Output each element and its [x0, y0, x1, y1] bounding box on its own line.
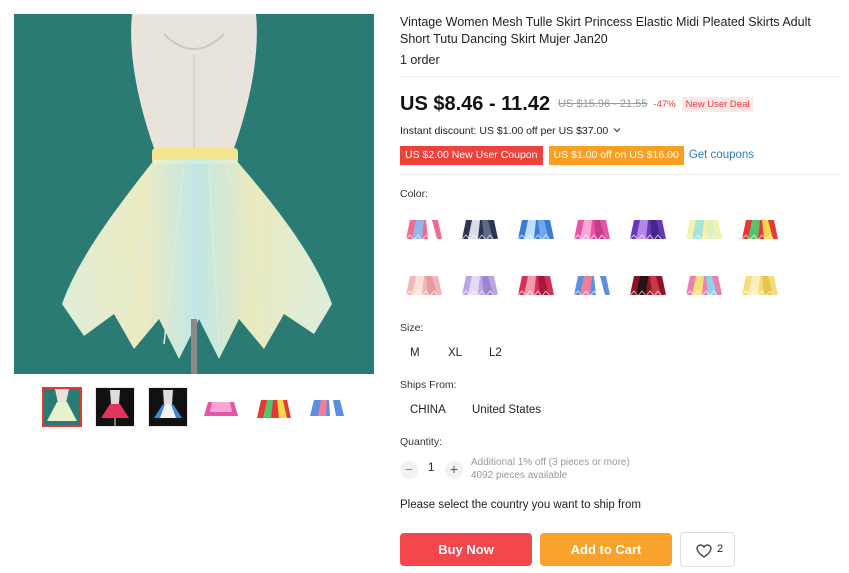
- ship-option-united-states[interactable]: United States: [472, 404, 541, 416]
- color-swatch-6[interactable]: [684, 209, 724, 249]
- quantity-increase-button[interactable]: +: [445, 461, 463, 479]
- new-user-coupon[interactable]: US $2.00 New User Coupon: [400, 145, 543, 165]
- skirt-variant-4-image: [572, 209, 612, 249]
- instant-discount-text: Instant discount: US $1.00 off per US $3…: [400, 125, 609, 137]
- color-swatch-5[interactable]: [628, 209, 668, 249]
- color-swatch-13[interactable]: [684, 265, 724, 305]
- wishlist-button[interactable]: 2: [680, 532, 735, 567]
- product-title: Vintage Women Mesh Tulle Skirt Princess …: [400, 15, 811, 46]
- wishlist-count: 2: [717, 543, 724, 555]
- skirt-variant-11-image: [572, 265, 612, 305]
- thumbnail-3[interactable]: [148, 387, 188, 427]
- thumbnail-2[interactable]: [95, 387, 135, 427]
- size-option-xl[interactable]: XL: [448, 347, 462, 359]
- order-count: 1 order: [400, 53, 440, 67]
- thumbnail-2-image: [96, 388, 134, 426]
- ships-from-label: Ships From:: [400, 379, 457, 391]
- skirt-variant-5-image: [628, 209, 668, 249]
- divider: [400, 76, 840, 77]
- tutu-skirt-photo: [14, 14, 374, 374]
- color-swatch-1[interactable]: [404, 209, 444, 249]
- skirt-variant-12-image: [628, 265, 668, 305]
- skirt-variant-1-image: [404, 209, 444, 249]
- quantity-decrease-button[interactable]: −: [400, 461, 418, 479]
- skirt-variant-14-image: [740, 265, 780, 305]
- quantity-value[interactable]: 1: [428, 462, 434, 474]
- thumbnail-3-image: [149, 388, 187, 426]
- original-price: US $15.96 - 21.55: [558, 98, 648, 110]
- color-swatch-7[interactable]: [740, 209, 780, 249]
- thumbnail-5-image: [255, 388, 293, 426]
- chevron-down-icon: [613, 128, 621, 133]
- color-swatch-14[interactable]: [740, 265, 780, 305]
- color-swatch-9[interactable]: [460, 265, 500, 305]
- skirt-variant-13-image: [684, 265, 724, 305]
- color-label: Color:: [400, 188, 429, 200]
- skirt-variant-8-image: [404, 265, 444, 305]
- coupon-row: US $2.00 New User Coupon US $1.00 off on…: [400, 145, 754, 165]
- buy-now-button[interactable]: Buy Now: [400, 533, 532, 566]
- color-swatch-3[interactable]: [516, 209, 556, 249]
- skirt-variant-9-image: [460, 265, 500, 305]
- color-swatch-4[interactable]: [572, 209, 612, 249]
- divider: [400, 174, 840, 175]
- instant-discount[interactable]: Instant discount: US $1.00 off per US $3…: [400, 125, 621, 137]
- discount-percent: -47%: [653, 98, 676, 110]
- color-swatch-2[interactable]: [460, 209, 500, 249]
- skirt-variant-7-image: [740, 209, 780, 249]
- skirt-variant-3-image: [516, 209, 556, 249]
- shipping-country-message: Please select the country you want to sh…: [400, 499, 641, 511]
- skirt-variant-2-image: [460, 209, 500, 249]
- price-row: US $8.46 - 11.42 US $15.96 - 21.55 -47% …: [400, 92, 754, 116]
- thumbnail-4-image: [202, 388, 240, 426]
- bulk-discount-note: Additional 1% off (3 pieces or more): [471, 457, 630, 468]
- thumbnail-1[interactable]: [42, 387, 82, 427]
- thumbnail-6[interactable]: [307, 387, 347, 427]
- thumbnail-5[interactable]: [254, 387, 294, 427]
- color-swatch-12[interactable]: [628, 265, 668, 305]
- main-product-image[interactable]: [14, 14, 374, 374]
- stock-available-note: 4092 pieces available: [471, 470, 568, 481]
- thumbnail-1-image: [44, 389, 80, 425]
- skirt-variant-6-image: [684, 209, 724, 249]
- quantity-label: Quantity:: [400, 436, 443, 448]
- store-coupon[interactable]: US $1.00 off on US $16.00: [548, 145, 684, 165]
- skirt-variant-10-image: [516, 265, 556, 305]
- get-coupons-link[interactable]: Get coupons: [689, 149, 754, 161]
- color-swatch-8[interactable]: [404, 265, 444, 305]
- thumbnail-6-image: [308, 388, 346, 426]
- thumbnail-4[interactable]: [201, 387, 241, 427]
- ship-option-china[interactable]: CHINA: [410, 404, 446, 416]
- add-to-cart-button[interactable]: Add to Cart: [540, 533, 672, 566]
- size-option-m[interactable]: M: [410, 347, 420, 359]
- new-user-deal-badge: New User Deal: [681, 96, 754, 112]
- size-label: Size:: [400, 322, 424, 334]
- heart-icon: [696, 544, 712, 558]
- color-swatch-11[interactable]: [572, 265, 612, 305]
- size-option-l2[interactable]: L2: [489, 347, 502, 359]
- color-swatch-10[interactable]: [516, 265, 556, 305]
- current-price: US $8.46 - 11.42: [400, 92, 551, 115]
